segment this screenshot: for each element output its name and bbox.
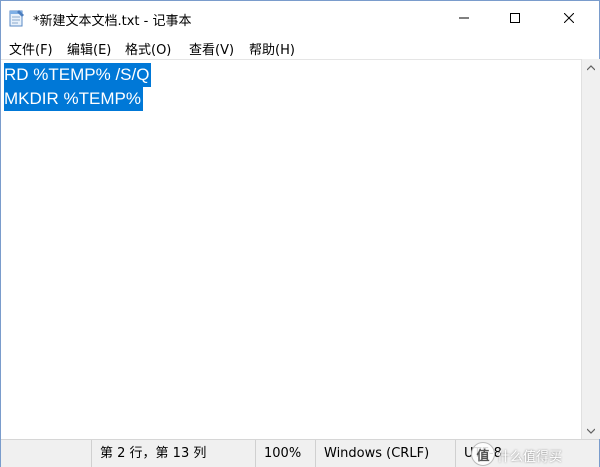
vertical-scrollbar[interactable] <box>581 59 600 439</box>
menu-edit[interactable]: 编辑(E) <box>67 39 111 58</box>
watermark-text: 什么值得买 <box>497 450 563 465</box>
notepad-icon <box>9 9 25 27</box>
maximize-button[interactable] <box>492 1 538 35</box>
editor-line-selected[interactable]: MKDIR %TEMP% <box>4 87 143 111</box>
window-title: *新建文本文档.txt - 记事本 <box>33 14 192 29</box>
minimize-icon <box>459 17 469 19</box>
menu-format[interactable]: 格式(O) <box>125 39 171 58</box>
editor-line-selected[interactable]: RD %TEMP% /S/Q <box>4 63 152 87</box>
cursor-position: 第 2 行，第 13 列 <box>91 440 256 467</box>
close-button[interactable] <box>546 1 592 35</box>
arrow-down-icon <box>587 428 595 434</box>
line-ending: Windows (CRLF) <box>315 440 456 467</box>
text-editor[interactable]: RD %TEMP% /S/Q MKDIR %TEMP% <box>1 59 581 440</box>
scroll-down-button[interactable] <box>582 422 600 439</box>
scroll-up-button[interactable] <box>582 59 600 76</box>
menu-help[interactable]: 帮助(H) <box>249 39 295 58</box>
title-bar[interactable]: *新建文本文档.txt - 记事本 <box>1 1 599 35</box>
watermark-logo: 值 <box>471 442 495 466</box>
arrow-up-icon <box>587 64 595 70</box>
notepad-window: *新建文本文档.txt - 记事本 文件(F) 编辑(E) 格式(O) 查看(V… <box>0 0 600 467</box>
menu-bar: 文件(F) 编辑(E) 格式(O) 查看(V) 帮助(H) <box>1 35 599 59</box>
menu-view[interactable]: 查看(V) <box>189 39 234 58</box>
close-icon <box>564 13 574 23</box>
minimize-button[interactable] <box>441 1 487 35</box>
zoom-level: 100% <box>255 440 316 467</box>
maximize-icon <box>510 13 520 23</box>
menu-file[interactable]: 文件(F) <box>9 39 53 58</box>
